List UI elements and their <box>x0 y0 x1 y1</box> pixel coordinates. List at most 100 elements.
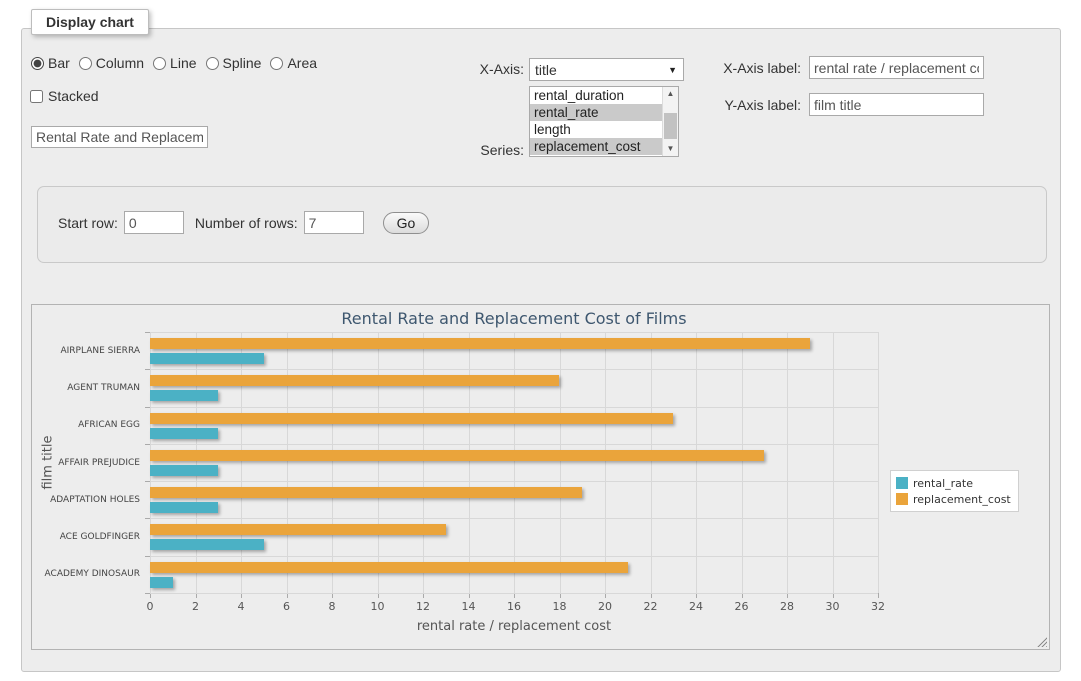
bar-replacement_cost[interactable] <box>150 524 446 535</box>
chart-type-label: Area <box>287 55 317 71</box>
bar-replacement_cost[interactable] <box>150 562 628 573</box>
bar-rental_rate[interactable] <box>150 428 218 439</box>
chart-legend: rental_ratereplacement_cost <box>890 470 1019 512</box>
bar-replacement_cost[interactable] <box>150 487 582 498</box>
x-tick-label: 12 <box>403 600 443 613</box>
y-axis-tick <box>145 481 150 482</box>
go-button[interactable]: Go <box>383 212 430 234</box>
x-tick-label: 8 <box>312 600 352 613</box>
x-tick-label: 20 <box>585 600 625 613</box>
y-axis-tick <box>145 518 150 519</box>
radio-column[interactable] <box>79 57 92 70</box>
x-tick-label: 4 <box>221 600 261 613</box>
scroll-down-icon[interactable]: ▼ <box>663 142 678 156</box>
y-axis-label-field-label: Y-Axis label: <box>668 97 801 113</box>
chart-type-option-area[interactable]: Area <box>270 55 317 71</box>
bar-rental_rate[interactable] <box>150 465 218 476</box>
x-tick-label: 2 <box>176 600 216 613</box>
category-label: ACE GOLDFINGER <box>32 532 140 542</box>
stacked-option[interactable]: Stacked <box>30 88 99 104</box>
y-axis-label-input[interactable] <box>809 93 984 116</box>
chart-type-option-column[interactable]: Column <box>79 55 144 71</box>
gridline <box>605 332 606 593</box>
legend-swatch-icon <box>896 493 908 505</box>
bar-replacement_cost[interactable] <box>150 338 810 349</box>
bar-replacement_cost[interactable] <box>150 375 559 386</box>
x-axis-title: rental rate / replacement cost <box>150 619 878 634</box>
resize-handle-icon[interactable] <box>1036 636 1047 647</box>
series-option-rental_rate[interactable]: rental_rate <box>530 104 662 121</box>
x-tick-label: 22 <box>631 600 671 613</box>
category-label: AFRICAN EGG <box>32 420 140 430</box>
radio-bar[interactable] <box>31 57 44 70</box>
legend-item-replacement_cost[interactable]: replacement_cost <box>896 491 1011 507</box>
x-tick-label: 0 <box>130 600 170 613</box>
chart-type-label: Line <box>170 55 196 71</box>
gridline <box>469 332 470 593</box>
radio-spline[interactable] <box>206 57 219 70</box>
x-axis-selected-value: title <box>535 62 557 78</box>
gridline <box>787 332 788 593</box>
page: Display chart Bar Column Line Spline Area St… <box>0 0 1081 681</box>
bar-rental_rate[interactable] <box>150 577 173 588</box>
display-chart-panel: Display chart BarColumnLineSplineArea St… <box>21 28 1061 672</box>
legend-swatch-icon <box>896 477 908 489</box>
gridline <box>878 332 879 593</box>
bar-rental_rate[interactable] <box>150 502 218 513</box>
chart-title: Rental Rate and Replacement Cost of Film… <box>150 309 878 328</box>
chart-type-label: Column <box>96 55 144 71</box>
x-tick-label: 18 <box>540 600 580 613</box>
legend-item-rental_rate[interactable]: rental_rate <box>896 475 1011 491</box>
gridline <box>742 332 743 593</box>
bar-rental_rate[interactable] <box>150 353 264 364</box>
radio-line[interactable] <box>153 57 166 70</box>
gridline <box>287 332 288 593</box>
chart-container: Rental Rate and Replacement Cost of Film… <box>31 304 1050 650</box>
scrollbar-thumb[interactable] <box>664 113 677 139</box>
x-tick-label: 30 <box>813 600 853 613</box>
chart-title-input[interactable] <box>31 126 208 148</box>
chart-type-option-spline[interactable]: Spline <box>206 55 262 71</box>
gridline <box>150 332 151 593</box>
bar-replacement_cost[interactable] <box>150 450 764 461</box>
number-of-rows-input[interactable] <box>304 211 364 234</box>
gridline <box>150 332 878 333</box>
category-label: AGENT TRUMAN <box>32 383 140 393</box>
category-label: ACADEMY DINOSAUR <box>32 569 140 579</box>
start-row-label: Start row: <box>58 215 118 231</box>
legend-label: rental_rate <box>913 477 973 490</box>
start-row-input[interactable] <box>124 211 184 234</box>
chart-type-option-line[interactable]: Line <box>153 55 196 71</box>
chart-type-radios: Bar Column Line Spline Area <box>31 55 317 71</box>
series-option-replacement_cost[interactable]: replacement_cost <box>530 138 662 155</box>
stacked-checkbox[interactable] <box>30 90 43 103</box>
radio-area[interactable] <box>270 57 283 70</box>
series-options: rental_durationrental_ratelengthreplacem… <box>530 87 662 156</box>
y-axis-tick <box>145 369 150 370</box>
x-tick-label: 14 <box>449 600 489 613</box>
gridline <box>150 556 878 557</box>
series-option-rental_duration[interactable]: rental_duration <box>530 87 662 104</box>
gridline <box>241 332 242 593</box>
chart-type-option-bar[interactable]: Bar <box>31 55 70 71</box>
x-tick-label: 28 <box>767 600 807 613</box>
gridline <box>196 332 197 593</box>
chart-type-label: Spline <box>223 55 262 71</box>
x-axis-select[interactable]: title ▼ <box>529 58 684 81</box>
category-label: ADAPTATION HOLES <box>32 495 140 505</box>
gridline <box>150 407 878 408</box>
series-option-length[interactable]: length <box>530 121 662 138</box>
bar-rental_rate[interactable] <box>150 539 264 550</box>
bar-rental_rate[interactable] <box>150 390 218 401</box>
stacked-label: Stacked <box>48 88 99 104</box>
x-tick-label: 16 <box>494 600 534 613</box>
panel-title: Display chart <box>31 9 149 35</box>
category-label: AIRPLANE SIERRA <box>32 346 140 356</box>
bar-replacement_cost[interactable] <box>150 413 673 424</box>
x-axis-label-input[interactable] <box>809 56 984 79</box>
y-axis-tick <box>145 593 150 594</box>
number-of-rows-label: Number of rows: <box>195 215 298 231</box>
gridline <box>332 332 333 593</box>
x-tick-label: 24 <box>676 600 716 613</box>
series-listbox[interactable]: rental_durationrental_ratelengthreplacem… <box>529 86 679 157</box>
